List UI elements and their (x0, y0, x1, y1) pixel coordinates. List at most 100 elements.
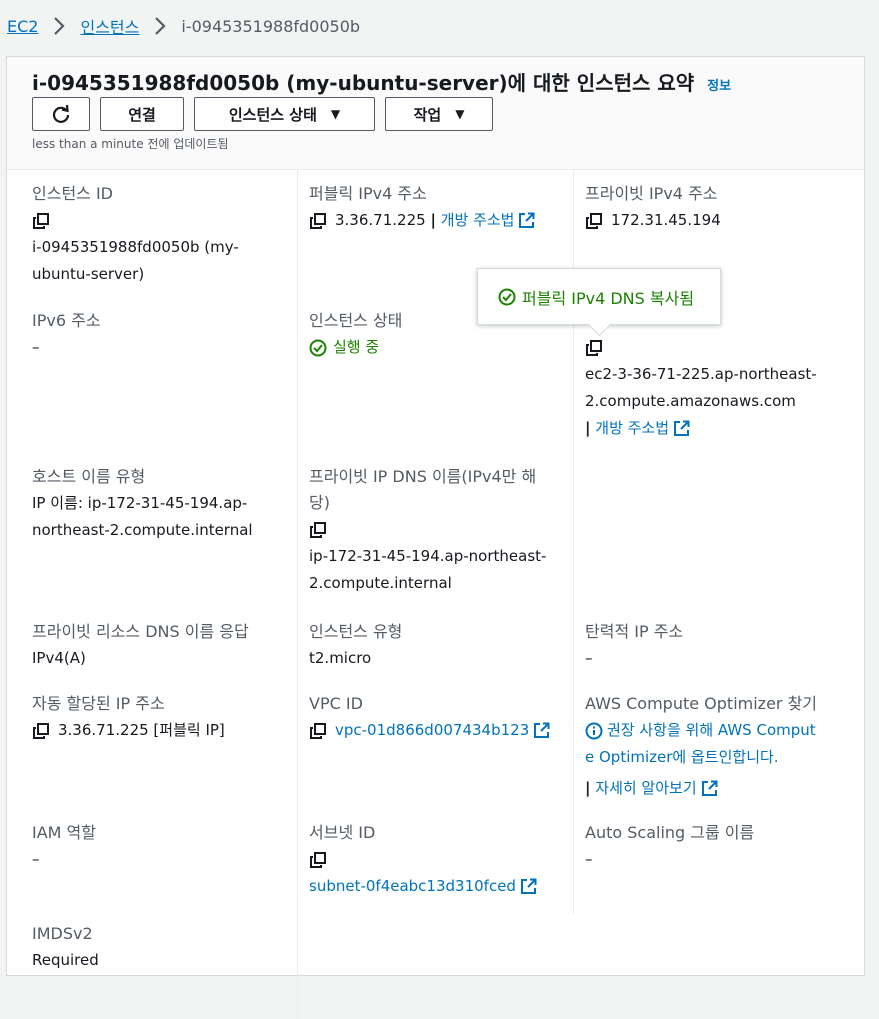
breadcrumb-ec2-link[interactable]: EC2 (7, 17, 38, 36)
actions-label: 작업 (413, 105, 442, 124)
instance-id-label: 인스턴스 ID (32, 184, 114, 203)
copy-icon[interactable] (32, 722, 50, 740)
field-auto-ip: 자동 할당된 IP 주소 3.36.71.225 [퍼블릭 IP] (32, 691, 225, 744)
caret-down-icon: ▼ (455, 107, 465, 121)
field-hostname-type: 호스트 이름 유형 IP 이름: ip-172-31-45-194.ap- no… (32, 464, 253, 544)
copy-icon[interactable] (585, 212, 603, 230)
private-ipv4-label: 프라이빗 IPv4 주소 (585, 184, 718, 203)
external-link-icon[interactable] (518, 212, 535, 229)
field-imdsv2: IMDSv2 Required (32, 921, 99, 974)
copy-icon[interactable] (309, 722, 327, 740)
auto-ip-label: 자동 할당된 IP 주소 (32, 694, 165, 713)
vpc-id-link[interactable]: vpc-01d866d007434b123 (335, 721, 529, 739)
field-vpc-id: VPC ID vpc-01d866d007434b123 (309, 691, 550, 744)
info-link[interactable]: 정보 (707, 79, 731, 94)
elastic-ip-value: – (585, 649, 593, 667)
page-title: i-0945351988fd0050b (my-ubuntu-server)에 … (32, 67, 731, 96)
info-circle-icon (585, 722, 603, 739)
auto-ip-value: 3.36.71.225 [퍼블릭 IP] (58, 721, 225, 739)
separator: | (585, 419, 591, 437)
field-compute-optimizer: AWS Compute Optimizer 찾기 권장 사항을 위해 AWS C… (585, 691, 817, 802)
public-dns-open-link[interactable]: 개방 주소법 (595, 419, 669, 437)
field-instance-id: 인스턴스 ID i-0945351988fd0050b (my- ubuntu-… (32, 181, 239, 288)
chevron-right-icon (155, 17, 166, 35)
breadcrumb-current: i-0945351988fd0050b (181, 16, 361, 36)
optimizer-opt-in-line-1[interactable]: 권장 사항을 위해 AWS Comput (607, 721, 816, 739)
private-dns-label-2: 당) (309, 493, 330, 512)
separator: | (585, 779, 591, 797)
title-text: i-0945351988fd0050b (my-ubuntu-server)에 … (32, 71, 695, 95)
field-resource-dns: 프라이빗 리소스 DNS 이름 응답 IPv4(A) (32, 619, 249, 672)
copy-icon[interactable] (32, 212, 50, 230)
public-ipv4-label: 퍼블릭 IPv4 주소 (309, 184, 427, 203)
hostname-type-label: 호스트 이름 유형 (32, 467, 146, 486)
panel-header: i-0945351988fd0050b (my-ubuntu-server)에 … (7, 57, 864, 170)
public-dns-value-1: ec2-3-36-71-225.ap-northeast- (585, 365, 817, 383)
field-ipv6: IPv6 주소 – (32, 308, 101, 361)
subnet-id-link[interactable]: subnet-0f4eabc13d310fced (309, 877, 516, 895)
iam-role-label: IAM 역할 (32, 823, 96, 842)
private-dns-value-2: 2.compute.internal (309, 574, 452, 592)
optimizer-opt-in-line-2[interactable]: e Optimizer에 옵트인합니다. (585, 744, 817, 771)
imdsv2-value: Required (32, 951, 99, 969)
public-ipv4-value: 3.36.71.225 (335, 211, 426, 229)
instance-state-value: 실행 중 (333, 338, 380, 356)
public-dns-value-2: 2.compute.amazonaws.com (585, 392, 796, 410)
breadcrumb: EC2 인스턴스 i-0945351988fd0050b (7, 14, 360, 38)
field-subnet-id: 서브넷 ID subnet-0f4eabc13d310fced (309, 820, 537, 900)
learn-more-link[interactable]: 자세히 알아보기 (595, 779, 696, 797)
field-private-ipv4: 프라이빗 IPv4 주소 172.31.45.194 (585, 181, 721, 234)
breadcrumb-instances-link[interactable]: 인스턴스 (80, 14, 139, 38)
details-grid: 인스턴스 ID i-0945351988fd0050b (my- ubuntu-… (7, 169, 864, 1019)
public-ipv4-open-link[interactable]: 개방 주소법 (441, 211, 515, 229)
instance-summary-panel: i-0945351988fd0050b (my-ubuntu-server)에 … (6, 56, 865, 1019)
instance-id-value-1: i-0945351988fd0050b (my- (32, 238, 239, 256)
connect-button[interactable]: 연결 (100, 97, 184, 131)
compute-optimizer-label: AWS Compute Optimizer 찾기 (585, 694, 818, 713)
copy-icon[interactable] (309, 212, 327, 230)
action-buttons: 연결 인스턴스 상태 ▼ 작업 ▼ (32, 97, 493, 131)
ipv6-value: – (32, 338, 40, 356)
instance-state-label: 인스턴스 상태 (309, 311, 403, 330)
instance-type-label: 인스턴스 유형 (309, 622, 403, 641)
iam-role-value: – (32, 850, 40, 868)
external-link-icon[interactable] (520, 878, 537, 895)
success-check-icon (498, 288, 516, 305)
field-public-ipv4: 퍼블릭 IPv4 주소 3.36.71.225 | 개방 주소법 (309, 181, 535, 234)
instance-state-label: 인스턴스 상태 (228, 105, 317, 124)
field-instance-state: 인스턴스 상태 실행 중 (309, 308, 402, 361)
private-ipv4-value: 172.31.45.194 (611, 211, 721, 229)
field-auto-scaling-group: Auto Scaling 그룹 이름 – (585, 820, 754, 873)
private-dns-value-1: ip-172-31-45-194.ap-northeast- (309, 547, 547, 565)
imdsv2-label: IMDSv2 (32, 924, 93, 943)
external-link-icon[interactable] (533, 722, 550, 739)
elastic-ip-label: 탄력적 IP 주소 (585, 622, 684, 641)
external-link-icon[interactable] (701, 780, 718, 797)
instance-state-button[interactable]: 인스턴스 상태 ▼ (194, 97, 375, 131)
vpc-id-label: VPC ID (309, 694, 363, 713)
subnet-id-label: 서브넷 ID (309, 823, 376, 842)
copy-icon[interactable] (585, 339, 603, 357)
instance-id-value-2: ubuntu-server) (32, 265, 145, 283)
copied-tooltip-text: 퍼블릭 IPv4 DNS 복사됨 (522, 288, 695, 308)
separator: | (430, 211, 436, 229)
external-link-icon[interactable] (673, 420, 690, 437)
field-iam-role: IAM 역할 – (32, 820, 96, 873)
copy-icon[interactable] (309, 851, 327, 869)
column-divider (297, 169, 298, 1019)
auto-scaling-group-value: – (585, 850, 593, 868)
hostname-type-value-2: northeast-2.compute.internal (32, 521, 253, 539)
refresh-button[interactable] (32, 97, 90, 131)
resource-dns-value: IPv4(A) (32, 649, 86, 667)
ipv6-label: IPv6 주소 (32, 311, 101, 330)
private-dns-label-1: 프라이빗 IP DNS 이름(IPv4만 해 (309, 467, 537, 486)
chevron-right-icon (54, 17, 66, 35)
hostname-type-value-1: IP 이름: ip-172-31-45-194.ap- (32, 494, 248, 512)
copy-icon[interactable] (309, 521, 327, 539)
actions-button[interactable]: 작업 ▼ (385, 97, 493, 131)
last-updated: less than a minute 전에 업데이트됨 (32, 137, 229, 151)
instance-type-value: t2.micro (309, 649, 372, 667)
field-private-dns: 프라이빗 IP DNS 이름(IPv4만 해 당) ip-172-31-45-1… (309, 464, 546, 597)
field-public-dns: ec2-3-36-71-225.ap-northeast- 2.compute.… (585, 334, 817, 442)
caret-down-icon: ▼ (330, 107, 341, 121)
